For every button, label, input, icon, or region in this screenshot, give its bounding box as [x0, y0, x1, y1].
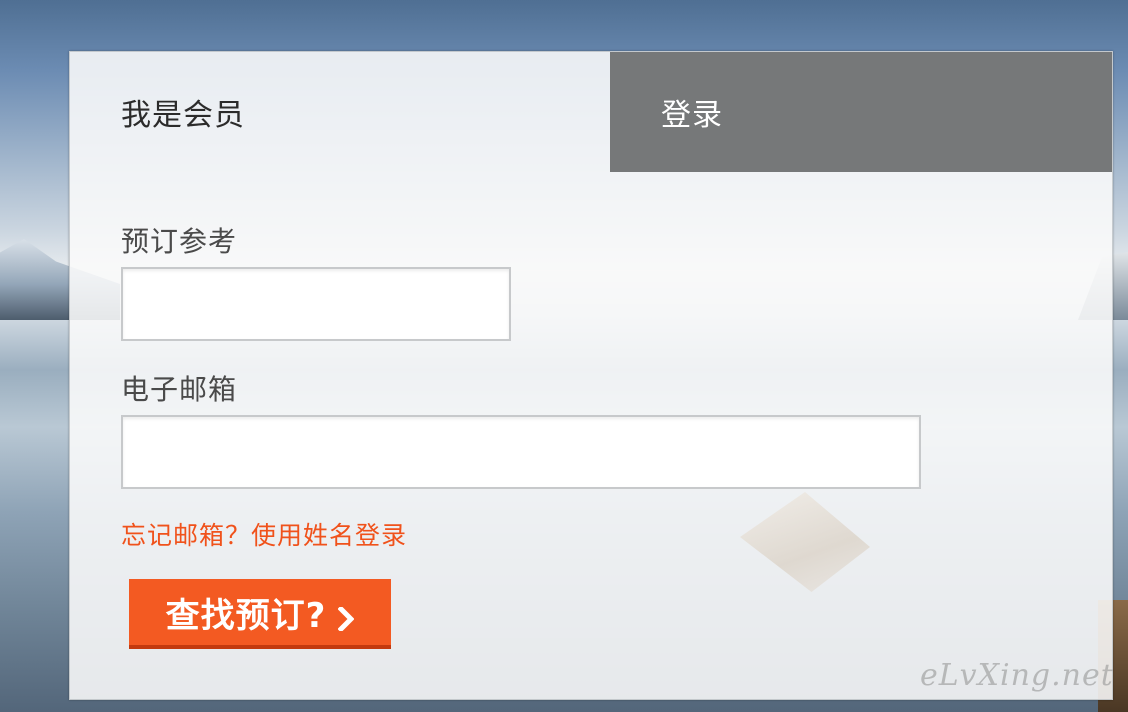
tab-bar: 我是会员 登录: [70, 52, 1112, 172]
tab-member[interactable]: 我是会员: [70, 52, 610, 172]
forgot-email-link[interactable]: 忘记邮箱？使用姓名登录: [121, 516, 407, 552]
tab-login-label: 登录: [661, 98, 723, 133]
booking-lookup-card: 我是会员 登录 预订参考 电子邮箱 忘记邮箱？使用姓名登录 查找预订?: [69, 51, 1113, 700]
booking-reference-label: 预订参考: [121, 225, 238, 258]
tab-member-label: 我是会员: [121, 98, 245, 133]
background-peak-decoration: [740, 492, 870, 592]
chevron-right-icon: [337, 600, 355, 633]
email-input[interactable]: [121, 415, 921, 489]
tab-login[interactable]: 登录: [610, 52, 1112, 172]
site-watermark: eLvXing.net: [920, 658, 1114, 693]
find-booking-button[interactable]: 查找预订?: [129, 579, 391, 649]
booking-reference-input[interactable]: [121, 267, 511, 341]
email-label: 电子邮箱: [121, 373, 238, 406]
find-booking-button-label: 查找预订?: [165, 595, 327, 636]
